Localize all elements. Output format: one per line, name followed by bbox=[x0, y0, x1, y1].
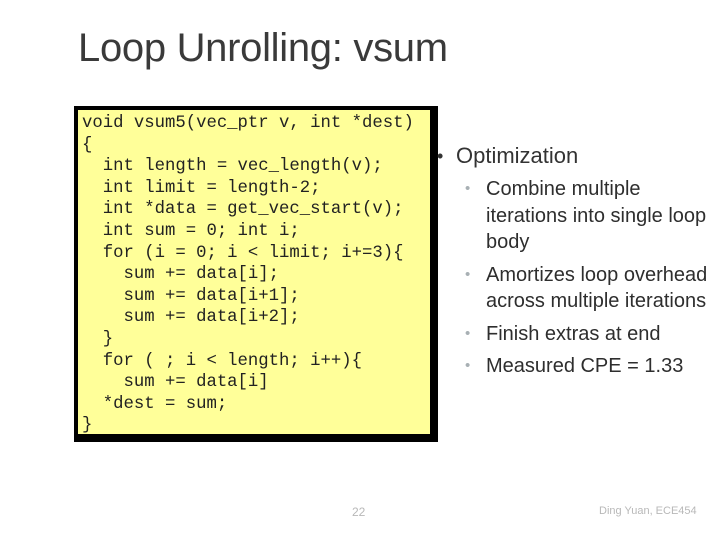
code-line: sum += data[i] bbox=[82, 373, 269, 393]
bullet-list: • Optimization • Combine multiple iterat… bbox=[432, 142, 720, 386]
code-line: void vsum5(vec_ptr v, int *dest) bbox=[82, 114, 414, 133]
page-number: 22 bbox=[352, 505, 366, 519]
bullet-icon: • bbox=[437, 146, 444, 166]
footer-author: Ding Yuan, ECE454 bbox=[599, 505, 697, 517]
code-line: int *data = get_vec_start(v); bbox=[82, 200, 404, 220]
code-line: sum += data[i]; bbox=[82, 265, 280, 285]
sub-bullet: • Finish extras at end bbox=[432, 321, 720, 348]
code-line: sum += data[i+2]; bbox=[82, 308, 300, 328]
sub-bullet: • Measured CPE = 1.33 bbox=[432, 353, 720, 380]
code-text: void vsum5(vec_ptr v, int *dest) { int le… bbox=[82, 113, 414, 437]
code-line: for (i = 0; i < limit; i+=3){ bbox=[82, 243, 404, 263]
slide-title: Loop Unrolling: vsum bbox=[78, 26, 448, 70]
code-line: { bbox=[82, 135, 93, 155]
sub-bullet-text: Finish extras at end bbox=[486, 322, 661, 345]
code-line: } bbox=[82, 416, 93, 436]
code-line: } bbox=[82, 329, 114, 349]
code-block: void vsum5(vec_ptr v, int *dest) { int le… bbox=[74, 106, 438, 442]
code-line: *dest = sum; bbox=[82, 394, 228, 414]
bullet-heading-text: Optimization bbox=[456, 143, 579, 168]
code-line: sum += data[i+1]; bbox=[82, 286, 300, 306]
sub-bullet-icon: • bbox=[465, 357, 471, 374]
code-line: for ( ; i < length; i++){ bbox=[82, 351, 363, 371]
sub-bullet-icon: • bbox=[465, 265, 471, 283]
code-line: int sum = 0; int i; bbox=[82, 221, 300, 241]
sub-bullet-text: Amortizes loop overhead across multiple … bbox=[486, 263, 708, 313]
sub-bullet-icon: • bbox=[465, 324, 471, 342]
sub-bullet-text: Combine multiple iterations into single … bbox=[486, 178, 707, 253]
sub-bullet-icon: • bbox=[465, 180, 471, 197]
sub-bullet: • Combine multiple iterations into singl… bbox=[432, 176, 720, 256]
sub-bullet: • Amortizes loop overhead across multipl… bbox=[432, 262, 720, 315]
sub-bullet-list: • Combine multiple iterations into singl… bbox=[432, 176, 720, 380]
code-line: int length = vec_length(v); bbox=[82, 157, 383, 177]
bullet-heading: • Optimization bbox=[432, 142, 720, 170]
sub-bullet-text: Measured CPE = 1.33 bbox=[486, 355, 684, 377]
code-line: int limit = length-2; bbox=[82, 178, 321, 198]
